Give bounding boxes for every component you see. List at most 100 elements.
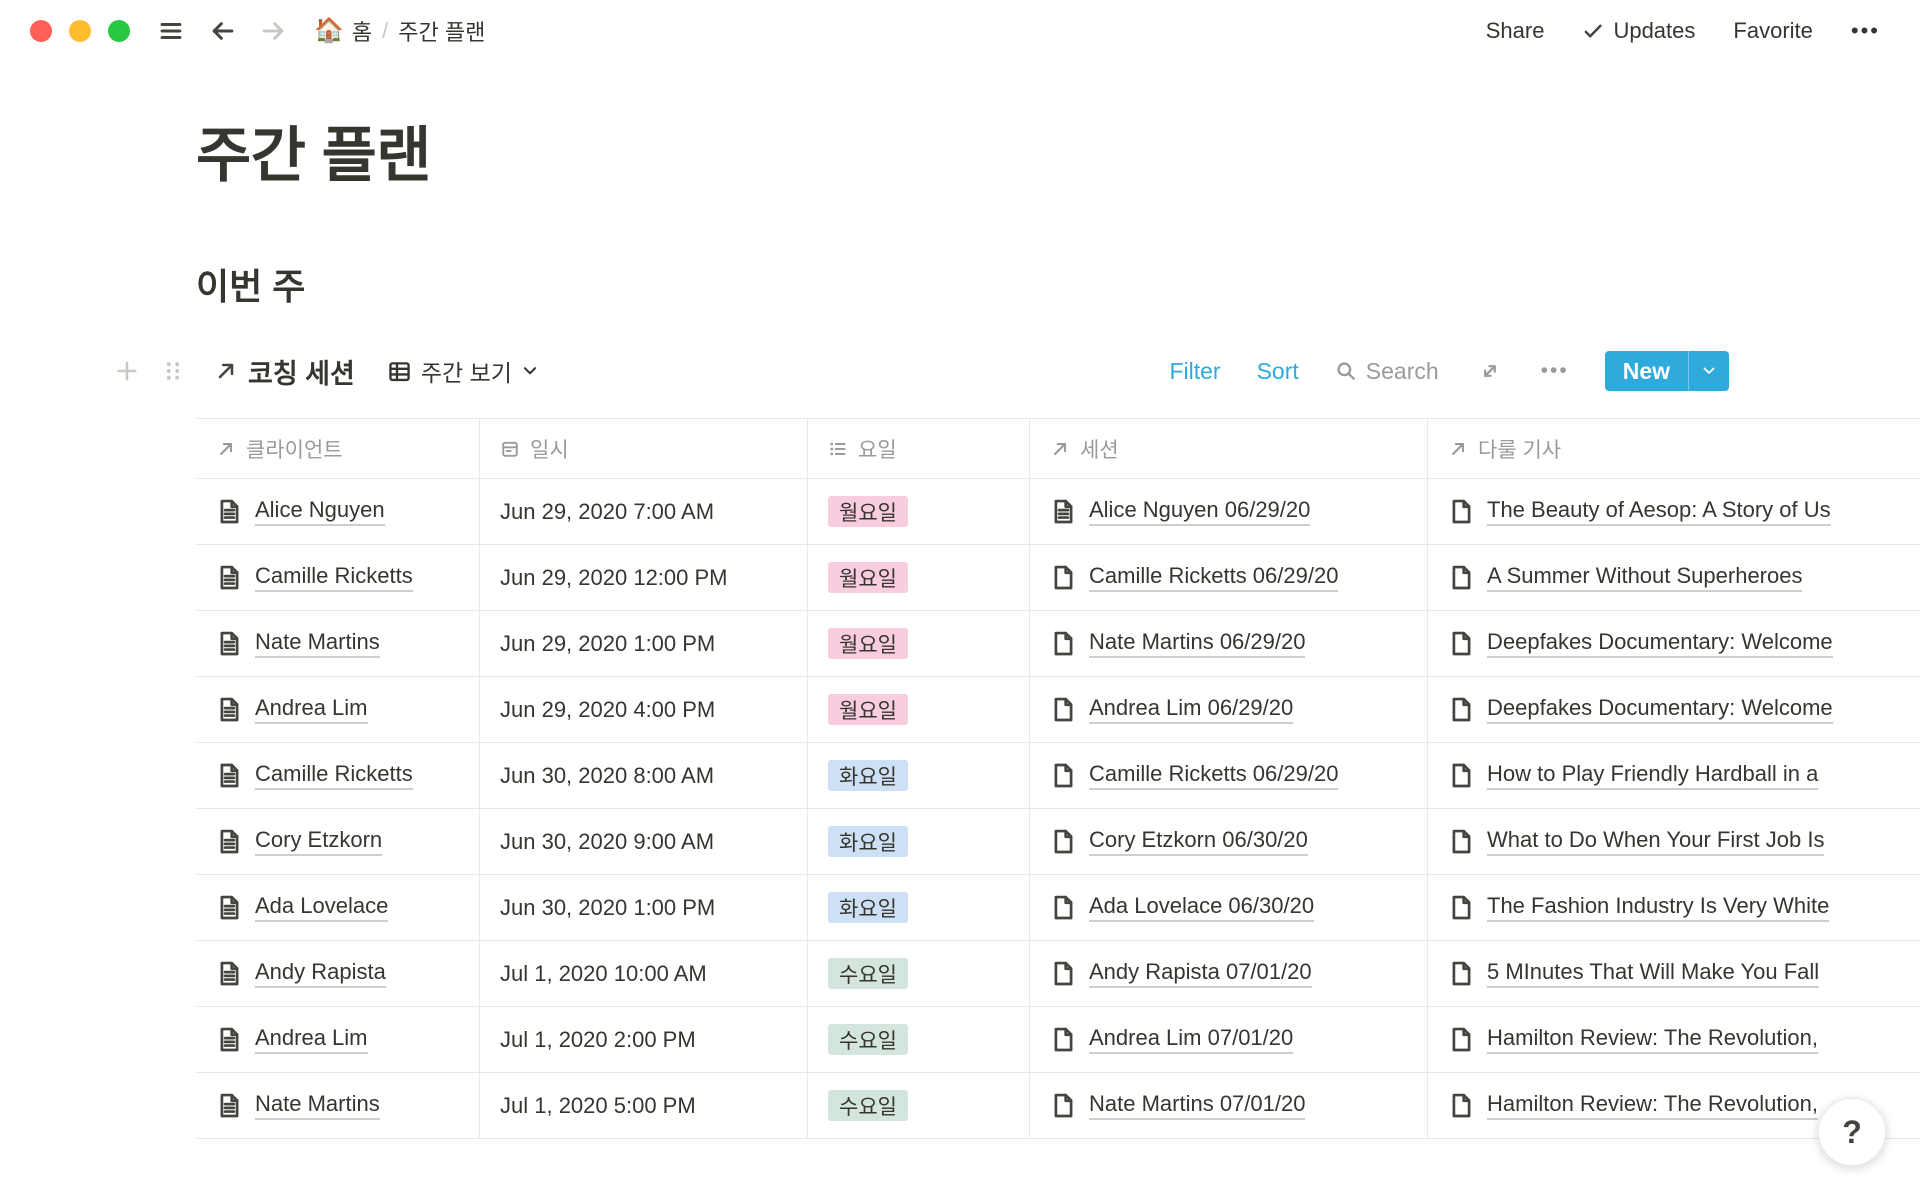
article-cell[interactable]: The Fashion Industry Is Very White [1428, 875, 1920, 940]
day-cell[interactable]: 월요일 [808, 611, 1030, 676]
forward-icon[interactable] [258, 16, 288, 46]
client-cell[interactable]: Nate Martins [196, 611, 480, 676]
session-link[interactable]: Camille Ricketts 06/29/20 [1089, 563, 1338, 592]
client-cell[interactable]: Andy Rapista [196, 941, 480, 1006]
article-link[interactable]: The Beauty of Aesop: A Story of Us [1487, 497, 1831, 526]
datetime-cell[interactable]: Jul 1, 2020 10:00 AM [480, 941, 808, 1006]
article-cell[interactable]: Deepfakes Documentary: Welcome [1428, 677, 1920, 742]
breadcrumb-current[interactable]: 주간 플랜 [398, 15, 485, 47]
client-cell[interactable]: Andrea Lim [196, 677, 480, 742]
column-header-article[interactable]: 다룰 기사 [1428, 419, 1920, 478]
client-cell[interactable]: Alice Nguyen [196, 479, 480, 544]
session-cell[interactable]: Camille Ricketts 06/29/20 [1030, 743, 1428, 808]
session-cell[interactable]: Ada Lovelace 06/30/20 [1030, 875, 1428, 940]
share-button[interactable]: Share [1486, 18, 1545, 44]
day-cell[interactable]: 월요일 [808, 545, 1030, 610]
client-link[interactable]: Nate Martins [255, 629, 380, 658]
article-link[interactable]: How to Play Friendly Hardball in a [1487, 761, 1818, 790]
article-link[interactable]: Hamilton Review: The Revolution, [1487, 1091, 1818, 1120]
column-header-session[interactable]: 세션 [1030, 419, 1428, 478]
article-link[interactable]: Hamilton Review: The Revolution, [1487, 1025, 1818, 1054]
article-cell[interactable]: The Beauty of Aesop: A Story of Us [1428, 479, 1920, 544]
session-cell[interactable]: Nate Martins 07/01/20 [1030, 1073, 1428, 1138]
article-link[interactable]: What to Do When Your First Job Is [1487, 827, 1824, 856]
sort-button[interactable]: Sort [1257, 358, 1299, 385]
day-cell[interactable]: 수요일 [808, 1073, 1030, 1138]
collection-more-icon[interactable]: ••• [1541, 359, 1569, 383]
session-cell[interactable]: Andrea Lim 07/01/20 [1030, 1007, 1428, 1072]
datetime-cell[interactable]: Jun 30, 2020 1:00 PM [480, 875, 808, 940]
client-link[interactable]: Camille Ricketts [255, 761, 413, 790]
add-block-icon[interactable] [112, 356, 142, 386]
session-link[interactable]: Andrea Lim 06/29/20 [1089, 695, 1293, 724]
datetime-cell[interactable]: Jul 1, 2020 5:00 PM [480, 1073, 808, 1138]
client-cell[interactable]: Camille Ricketts [196, 743, 480, 808]
article-link[interactable]: Deepfakes Documentary: Welcome [1487, 629, 1833, 658]
session-link[interactable]: Nate Martins 07/01/20 [1089, 1091, 1305, 1120]
column-header-day[interactable]: 요일 [808, 419, 1030, 478]
search-button[interactable]: Search [1335, 358, 1439, 385]
client-link[interactable]: Camille Ricketts [255, 563, 413, 592]
datetime-cell[interactable]: Jun 29, 2020 7:00 AM [480, 479, 808, 544]
new-button[interactable]: New [1605, 351, 1729, 391]
article-cell[interactable]: How to Play Friendly Hardball in a [1428, 743, 1920, 808]
client-cell[interactable]: Cory Etzkorn [196, 809, 480, 874]
day-cell[interactable]: 화요일 [808, 875, 1030, 940]
session-cell[interactable]: Andy Rapista 07/01/20 [1030, 941, 1428, 1006]
session-link[interactable]: Ada Lovelace 06/30/20 [1089, 893, 1314, 922]
session-cell[interactable]: Alice Nguyen 06/29/20 [1030, 479, 1428, 544]
client-link[interactable]: Andy Rapista [255, 959, 386, 988]
zoom-window-button[interactable] [108, 20, 130, 42]
session-link[interactable]: Nate Martins 06/29/20 [1089, 629, 1305, 658]
session-link[interactable]: Andrea Lim 07/01/20 [1089, 1025, 1293, 1054]
datetime-cell[interactable]: Jun 29, 2020 1:00 PM [480, 611, 808, 676]
datetime-cell[interactable]: Jul 1, 2020 2:00 PM [480, 1007, 808, 1072]
client-link[interactable]: Alice Nguyen [255, 497, 385, 526]
view-switcher[interactable]: 주간 보기 [387, 354, 539, 388]
session-cell[interactable]: Nate Martins 06/29/20 [1030, 611, 1428, 676]
article-cell[interactable]: Deepfakes Documentary: Welcome [1428, 611, 1920, 676]
client-cell[interactable]: Nate Martins [196, 1073, 480, 1138]
filter-button[interactable]: Filter [1169, 358, 1220, 385]
column-header-client[interactable]: 클라이언트 [196, 419, 480, 478]
new-button-label[interactable]: New [1605, 351, 1688, 391]
datetime-cell[interactable]: Jun 29, 2020 12:00 PM [480, 545, 808, 610]
session-link[interactable]: Camille Ricketts 06/29/20 [1089, 761, 1338, 790]
day-cell[interactable]: 수요일 [808, 1007, 1030, 1072]
day-cell[interactable]: 수요일 [808, 941, 1030, 1006]
session-link[interactable]: Alice Nguyen 06/29/20 [1089, 497, 1310, 526]
client-cell[interactable]: Ada Lovelace [196, 875, 480, 940]
updates-button[interactable]: Updates [1582, 18, 1695, 44]
article-cell[interactable]: A Summer Without Superheroes [1428, 545, 1920, 610]
day-cell[interactable]: 월요일 [808, 677, 1030, 742]
drag-handle-icon[interactable] [158, 356, 188, 386]
article-link[interactable]: Deepfakes Documentary: Welcome [1487, 695, 1833, 724]
session-cell[interactable]: Cory Etzkorn 06/30/20 [1030, 809, 1428, 874]
sidebar-toggle-icon[interactable] [156, 16, 186, 46]
collection-title[interactable]: 코칭 세션 [214, 352, 355, 391]
favorite-button[interactable]: Favorite [1733, 18, 1812, 44]
client-link[interactable]: Andrea Lim [255, 1025, 368, 1054]
datetime-cell[interactable]: Jun 30, 2020 9:00 AM [480, 809, 808, 874]
article-cell[interactable]: What to Do When Your First Job Is [1428, 809, 1920, 874]
expand-icon[interactable] [1475, 356, 1505, 386]
more-options-icon[interactable]: ••• [1851, 18, 1880, 44]
datetime-cell[interactable]: Jun 30, 2020 8:00 AM [480, 743, 808, 808]
client-cell[interactable]: Andrea Lim [196, 1007, 480, 1072]
new-dropdown-button[interactable] [1689, 351, 1729, 391]
close-window-button[interactable] [30, 20, 52, 42]
day-cell[interactable]: 화요일 [808, 743, 1030, 808]
session-cell[interactable]: Camille Ricketts 06/29/20 [1030, 545, 1428, 610]
datetime-cell[interactable]: Jun 29, 2020 4:00 PM [480, 677, 808, 742]
client-link[interactable]: Cory Etzkorn [255, 827, 382, 856]
client-link[interactable]: Ada Lovelace [255, 893, 388, 922]
breadcrumb-home[interactable]: 🏠 홈 [314, 15, 372, 47]
article-cell[interactable]: Hamilton Review: The Revolution, [1428, 1007, 1920, 1072]
session-link[interactable]: Cory Etzkorn 06/30/20 [1089, 827, 1308, 856]
article-link[interactable]: 5 MInutes That Will Make You Fall [1487, 959, 1819, 988]
day-cell[interactable]: 화요일 [808, 809, 1030, 874]
help-button[interactable]: ? [1818, 1098, 1886, 1166]
minimize-window-button[interactable] [69, 20, 91, 42]
session-link[interactable]: Andy Rapista 07/01/20 [1089, 959, 1312, 988]
article-cell[interactable]: 5 MInutes That Will Make You Fall [1428, 941, 1920, 1006]
